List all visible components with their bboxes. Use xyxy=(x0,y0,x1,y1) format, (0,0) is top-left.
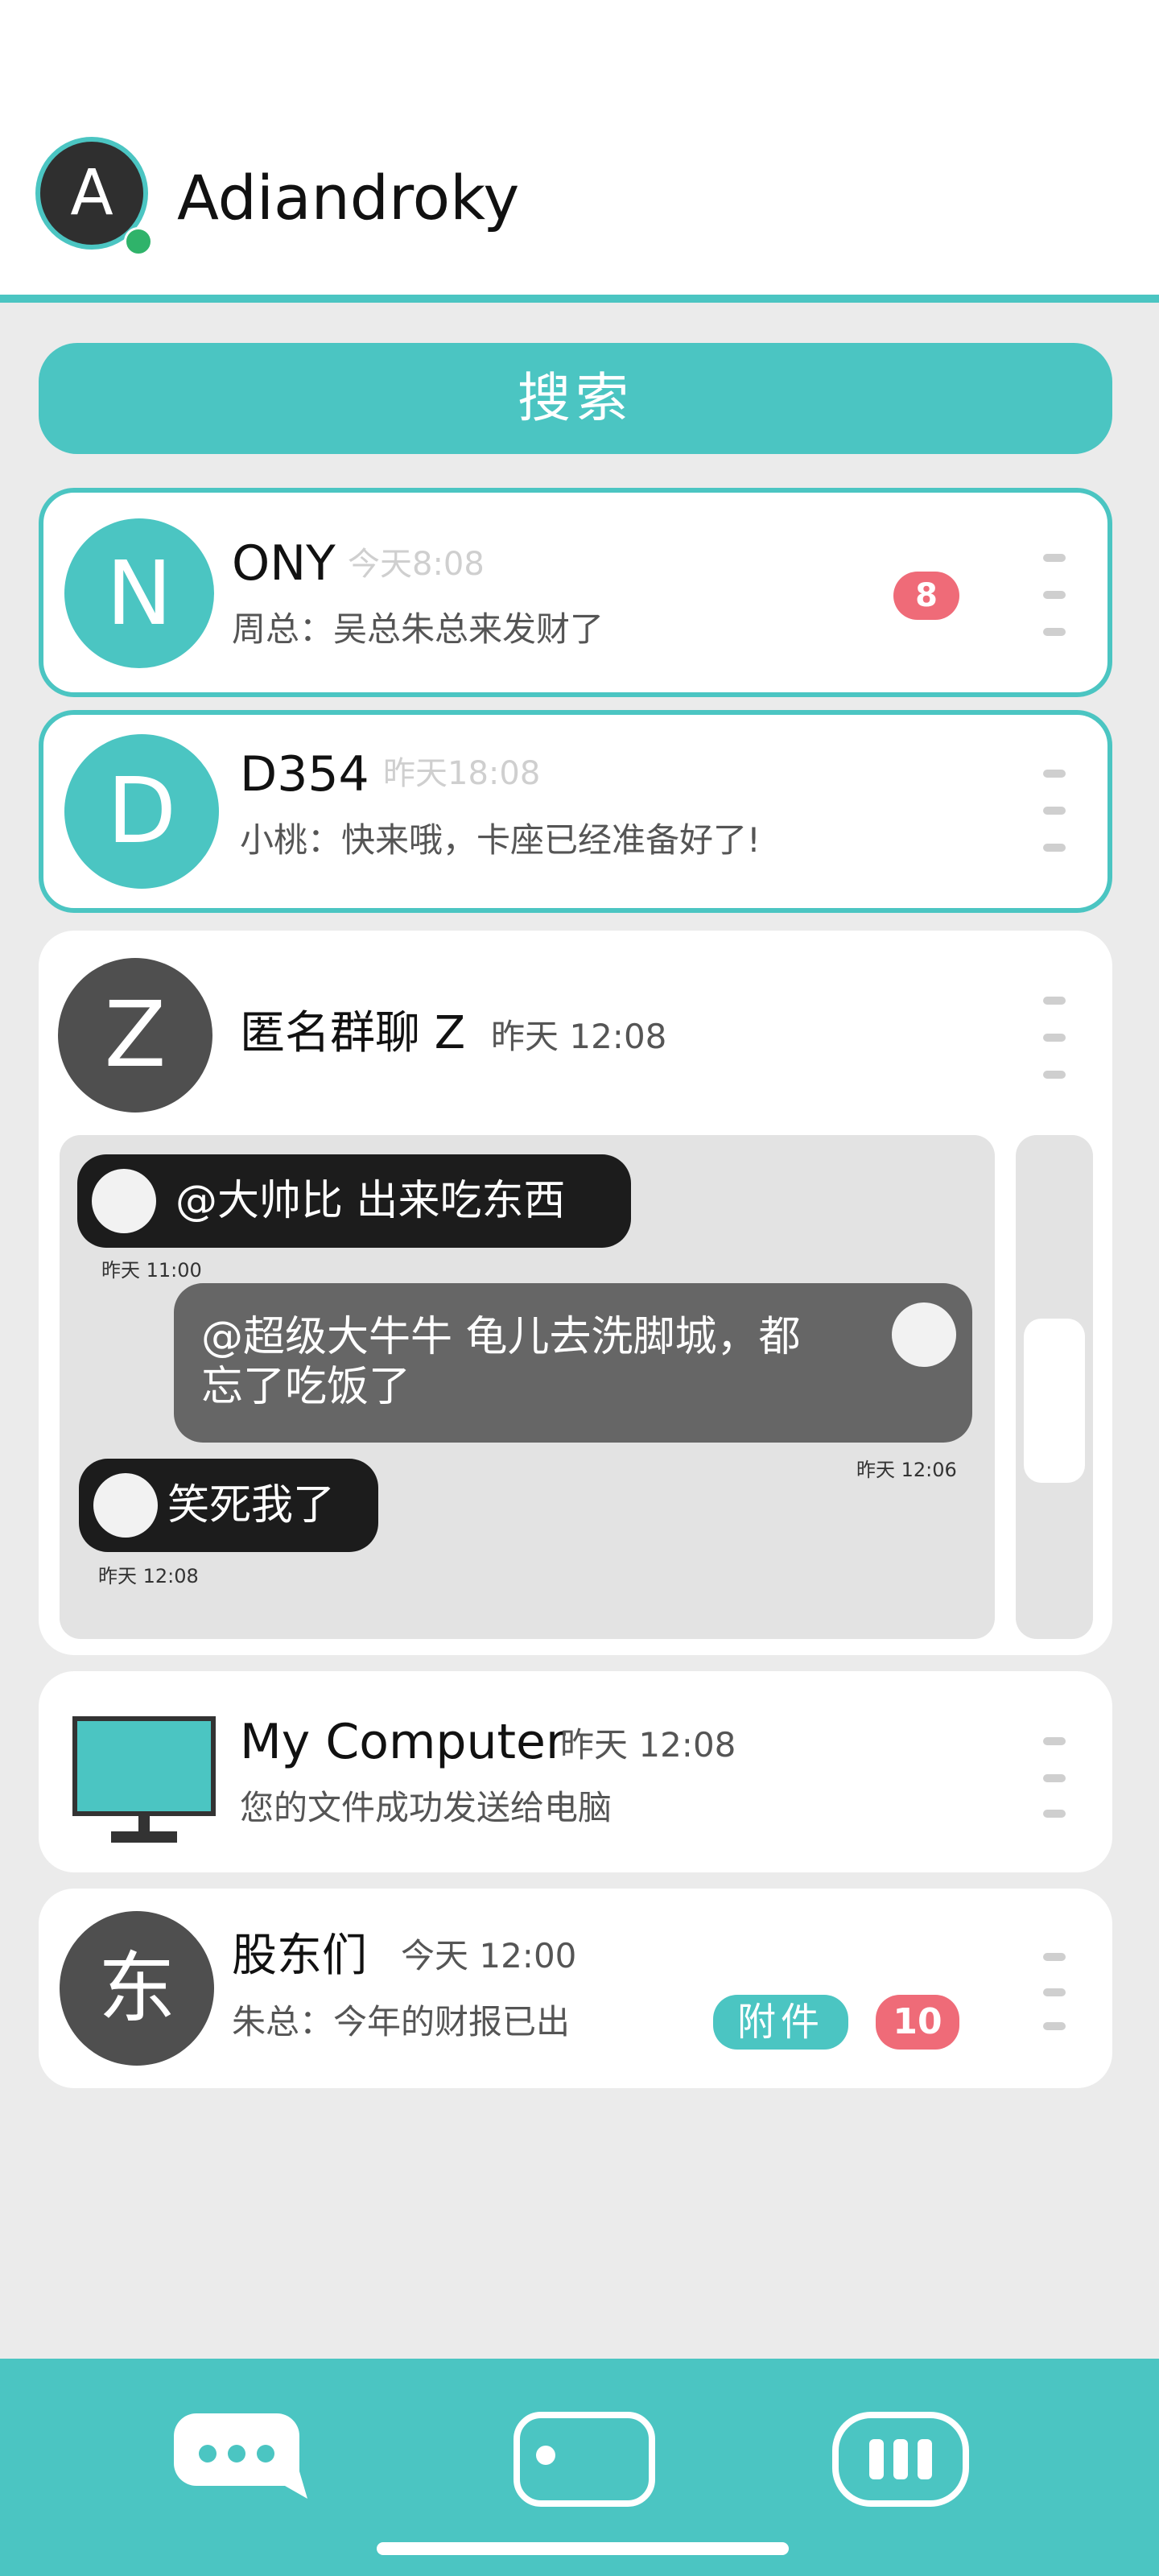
unread-badge: 8 xyxy=(893,572,959,620)
app-header xyxy=(0,0,1159,295)
chat-time: 昨天 12:08 xyxy=(560,1725,736,1765)
sender-avatar xyxy=(892,1302,956,1367)
more-menu-icon[interactable] xyxy=(1043,1810,1066,1818)
message-text: 笑死我了 xyxy=(167,1481,336,1530)
chat-title: 股东们 xyxy=(232,1930,367,1982)
more-menu-icon[interactable] xyxy=(1043,1737,1066,1745)
more-menu-icon[interactable] xyxy=(1043,554,1066,562)
thread-scrollbar-thumb[interactable] xyxy=(1024,1319,1085,1483)
chat-avatar: 东 xyxy=(60,1911,214,2066)
attachment-badge[interactable]: 附件 xyxy=(713,1995,848,2050)
monitor-icon xyxy=(72,1716,216,1843)
unread-badge: 10 xyxy=(876,1995,959,2050)
more-menu-icon[interactable] xyxy=(1043,997,1066,1005)
chat-title: My Computer xyxy=(240,1714,566,1770)
more-menu-icon[interactable] xyxy=(1043,1988,1066,1996)
chat-preview: 小桃：快来哦，卡座已经准备好了! xyxy=(240,820,761,860)
message-text: 忘了吃饭了 xyxy=(201,1363,411,1411)
more-menu-icon[interactable] xyxy=(1043,1034,1066,1042)
message-text: @大帅比 出来吃东西 xyxy=(175,1177,566,1225)
more-menu-icon[interactable] xyxy=(1043,628,1066,636)
more-menu-icon[interactable] xyxy=(1043,1953,1066,1961)
message-text: @超级大牛牛 龟儿去洗脚城，都 xyxy=(201,1313,801,1361)
more-menu-icon[interactable] xyxy=(1043,770,1066,778)
chat-bubble-icon[interactable] xyxy=(172,2412,309,2507)
more-menu-icon[interactable] xyxy=(1043,2022,1066,2030)
sender-avatar xyxy=(92,1169,156,1233)
chat-preview: 朱总：今年的财报已出 xyxy=(232,2002,571,2041)
more-menu-icon[interactable] xyxy=(1043,844,1066,852)
chat-title: ONY xyxy=(232,535,336,592)
message-time: 昨天 11:00 xyxy=(101,1259,202,1282)
chat-avatar: N xyxy=(64,518,214,668)
message-time: 昨天 12:06 xyxy=(856,1459,957,1481)
online-status-dot xyxy=(124,227,153,256)
apps-bars-icon[interactable] xyxy=(832,2412,969,2507)
chat-title: 匿名群聊 Z xyxy=(240,1007,466,1059)
chat-title: D354 xyxy=(240,746,369,803)
chat-preview: 周总：吴总朱总来发财了 xyxy=(232,609,604,649)
contacts-card-icon[interactable] xyxy=(514,2412,655,2507)
more-menu-icon[interactable] xyxy=(1043,591,1066,599)
chat-time: 今天 12:00 xyxy=(401,1936,577,1975)
chat-avatar: Z xyxy=(58,958,212,1113)
profile-name: Adiandroky xyxy=(177,162,520,233)
more-menu-icon[interactable] xyxy=(1043,1774,1066,1782)
chat-time: 昨天18:08 xyxy=(383,755,541,792)
chat-time: 今天8:08 xyxy=(348,546,485,583)
chat-time: 昨天 12:08 xyxy=(491,1017,667,1056)
sender-avatar xyxy=(93,1473,158,1538)
header-divider xyxy=(0,295,1159,303)
message-time: 昨天 12:08 xyxy=(98,1565,199,1587)
chat-avatar: D xyxy=(64,734,219,889)
search-button[interactable]: 搜索 xyxy=(39,343,1112,454)
more-menu-icon[interactable] xyxy=(1043,807,1066,815)
chat-preview: 您的文件成功发送给电脑 xyxy=(240,1788,612,1827)
more-menu-icon[interactable] xyxy=(1043,1071,1066,1079)
home-indicator[interactable] xyxy=(377,2542,789,2555)
